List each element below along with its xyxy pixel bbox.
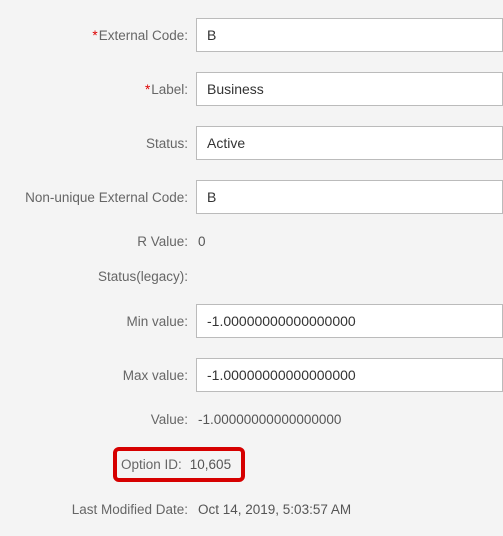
label-text: Status(legacy): [98, 269, 188, 284]
row-external-code: *External Code: [0, 18, 503, 52]
label-input[interactable] [196, 72, 503, 106]
label-text: Label: [151, 82, 188, 97]
row-last-modified-date: Last Modified Date: Oct 14, 2019, 5:03:5… [0, 502, 503, 517]
row-r-value: R Value: 0 [0, 234, 503, 249]
r-value-value: 0 [196, 234, 206, 249]
label-status: Status: [0, 136, 196, 151]
label-text: Non-unique External Code: [25, 190, 188, 205]
label-non-unique-external-code: Non-unique External Code: [0, 190, 196, 205]
label-status-legacy: Status(legacy): [0, 269, 196, 284]
form-container: *External Code: *Label: Status: Non-uniq… [0, 0, 503, 517]
row-option-id: Option ID: 10,605 [0, 447, 503, 482]
row-max-value: Max value: [0, 358, 503, 392]
required-asterisk: * [92, 28, 97, 43]
row-non-unique-external-code: Non-unique External Code: [0, 180, 503, 214]
non-unique-external-code-input[interactable] [196, 180, 503, 214]
label-text: External Code: [99, 28, 188, 43]
label-text: R Value: [137, 234, 188, 249]
label-label: *Label: [0, 82, 196, 97]
status-input[interactable] [196, 126, 503, 160]
label-text: Max value: [123, 368, 188, 383]
label-text: Value: [151, 412, 188, 427]
row-status: Status: [0, 126, 503, 160]
label-text: Status: [146, 136, 188, 151]
last-modified-date-value: Oct 14, 2019, 5:03:57 AM [196, 502, 351, 517]
value-value: -1.00000000000000000 [196, 412, 341, 427]
label-text: Last Modified Date: [72, 502, 188, 517]
label-option-id: Option ID: [121, 457, 182, 472]
row-label: *Label: [0, 72, 503, 106]
label-r-value: R Value: [0, 234, 196, 249]
option-id-highlight: Option ID: 10,605 [113, 447, 245, 482]
option-id-value: 10,605 [190, 457, 231, 472]
label-max-value: Max value: [0, 368, 196, 383]
row-value: Value: -1.00000000000000000 [0, 412, 503, 427]
row-min-value: Min value: [0, 304, 503, 338]
external-code-input[interactable] [196, 18, 503, 52]
label-min-value: Min value: [0, 314, 196, 329]
label-last-modified-date: Last Modified Date: [0, 502, 196, 517]
min-value-input[interactable] [196, 304, 503, 338]
label-value: Value: [0, 412, 196, 427]
max-value-input[interactable] [196, 358, 503, 392]
row-status-legacy: Status(legacy): [0, 269, 503, 284]
label-text: Min value: [126, 314, 188, 329]
label-external-code: *External Code: [0, 28, 196, 43]
required-asterisk: * [145, 82, 150, 97]
